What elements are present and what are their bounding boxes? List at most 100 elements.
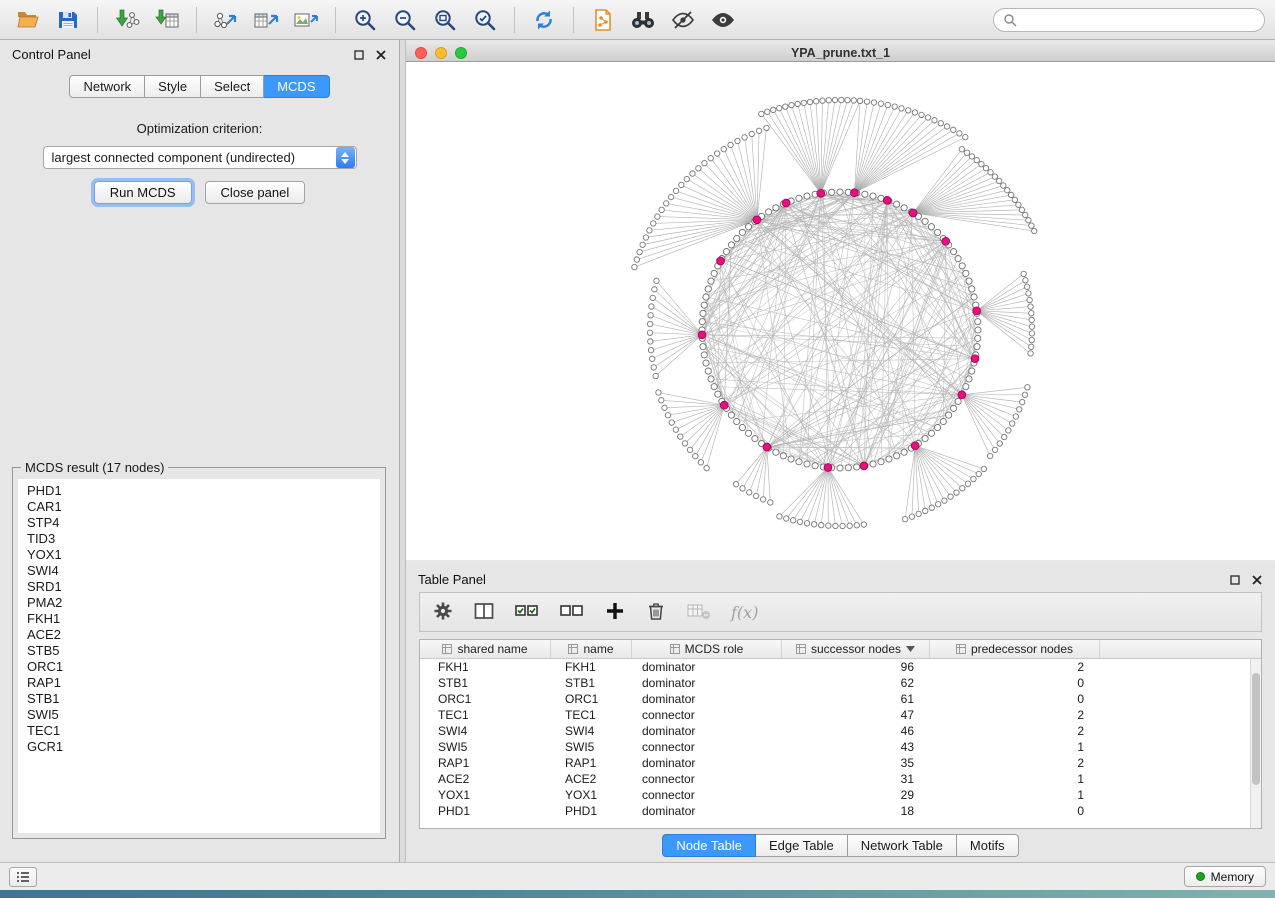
network-node[interactable] xyxy=(969,368,975,374)
dominator-node[interactable] xyxy=(883,196,891,204)
cell-successor-nodes[interactable]: 31 xyxy=(782,772,930,786)
network-node[interactable] xyxy=(651,365,656,370)
network-node[interactable] xyxy=(814,99,819,104)
mcds-result-item[interactable]: STB5 xyxy=(18,643,380,659)
cell-successor-nodes[interactable]: 47 xyxy=(782,708,930,722)
network-node[interactable] xyxy=(944,124,949,129)
network-node[interactable] xyxy=(690,171,695,176)
table-row[interactable]: YOX1YOX1connector291 xyxy=(420,787,1261,803)
table-row[interactable]: ACE2ACE2connector311 xyxy=(420,771,1261,787)
network-node[interactable] xyxy=(637,249,642,254)
task-history-button[interactable] xyxy=(9,867,37,887)
network-node[interactable] xyxy=(1022,392,1027,397)
network-node[interactable] xyxy=(975,335,981,341)
network-node[interactable] xyxy=(1029,311,1034,316)
cell-shared-name[interactable]: FKH1 xyxy=(420,660,551,674)
criterion-dropdown[interactable]: largest connected component (undirected) xyxy=(43,146,357,169)
dominator-node[interactable] xyxy=(942,237,950,245)
refresh-button[interactable] xyxy=(526,5,562,35)
network-node[interactable] xyxy=(756,128,761,133)
network-node[interactable] xyxy=(687,447,692,452)
network-node[interactable] xyxy=(742,135,747,140)
network-node[interactable] xyxy=(703,294,709,300)
network-node[interactable] xyxy=(643,235,648,240)
mcds-result-item[interactable]: PMA2 xyxy=(18,595,380,611)
network-node[interactable] xyxy=(682,441,687,446)
network-node[interactable] xyxy=(1016,407,1021,412)
network-node[interactable] xyxy=(1019,207,1024,212)
network-node[interactable] xyxy=(864,99,869,104)
network-node[interactable] xyxy=(954,490,959,495)
cell-name[interactable]: ACE2 xyxy=(551,772,632,786)
function-builder-button[interactable]: f(x) xyxy=(731,603,758,622)
network-node[interactable] xyxy=(870,193,876,199)
cell-predecessor-nodes[interactable]: 1 xyxy=(930,772,1100,786)
network-node[interactable] xyxy=(812,463,818,469)
network-node[interactable] xyxy=(909,514,914,519)
network-node[interactable] xyxy=(839,97,844,102)
cell-shared-name[interactable]: RAP1 xyxy=(420,756,551,770)
network-node[interactable] xyxy=(975,319,981,325)
network-node[interactable] xyxy=(919,112,924,117)
table-tab-edge-table[interactable]: Edge Table xyxy=(756,834,848,857)
export-as-web-button[interactable] xyxy=(585,5,621,35)
network-node[interactable] xyxy=(651,221,656,226)
cell-name[interactable]: SWI4 xyxy=(551,724,632,738)
save-button[interactable] xyxy=(50,5,86,35)
network-node[interactable] xyxy=(811,522,816,527)
dominator-node[interactable] xyxy=(817,189,825,197)
tab-mcds[interactable]: MCDS xyxy=(264,75,329,98)
column-header-name[interactable]: name xyxy=(551,640,632,658)
network-node[interactable] xyxy=(974,344,980,350)
network-node[interactable] xyxy=(749,131,754,136)
network-node[interactable] xyxy=(777,105,782,110)
network-node[interactable] xyxy=(966,376,972,382)
network-node[interactable] xyxy=(702,160,707,165)
mcds-result-item[interactable]: TID3 xyxy=(18,531,380,547)
network-node[interactable] xyxy=(734,418,740,424)
network-node[interactable] xyxy=(659,398,664,403)
network-node[interactable] xyxy=(837,189,843,195)
network-node[interactable] xyxy=(906,108,911,113)
network-node[interactable] xyxy=(819,522,824,527)
zoom-selected-button[interactable] xyxy=(467,5,503,35)
network-node[interactable] xyxy=(647,321,652,326)
network-node[interactable] xyxy=(728,142,733,147)
network-node[interactable] xyxy=(845,97,850,102)
network-node[interactable] xyxy=(983,165,988,170)
cell-shared-name[interactable]: ORC1 xyxy=(420,692,551,706)
mcds-result-item[interactable]: SWI5 xyxy=(18,707,380,723)
cell-successor-nodes[interactable]: 18 xyxy=(782,804,930,818)
network-node[interactable] xyxy=(871,100,876,105)
network-node[interactable] xyxy=(715,391,721,397)
cell-shared-name[interactable]: TEC1 xyxy=(420,708,551,722)
network-node[interactable] xyxy=(739,424,745,430)
network-node[interactable] xyxy=(632,264,637,269)
network-node[interactable] xyxy=(963,384,969,390)
network-node[interactable] xyxy=(992,174,997,179)
network-node[interactable] xyxy=(790,518,795,523)
dominator-node[interactable] xyxy=(753,216,761,224)
network-node[interactable] xyxy=(759,111,764,116)
network-node[interactable] xyxy=(647,228,652,233)
export-table-button[interactable] xyxy=(248,5,284,35)
network-node[interactable] xyxy=(988,170,993,175)
cell-name[interactable]: PHD1 xyxy=(551,804,632,818)
network-node[interactable] xyxy=(934,424,940,430)
network-node[interactable] xyxy=(1025,385,1030,390)
dominator-node[interactable] xyxy=(860,462,868,470)
network-node[interactable] xyxy=(739,229,745,235)
mcds-result-item[interactable]: TEC1 xyxy=(18,723,380,739)
network-node[interactable] xyxy=(648,313,653,318)
network-node[interactable] xyxy=(804,461,810,467)
network-node[interactable] xyxy=(753,493,758,498)
network-node[interactable] xyxy=(701,352,707,358)
network-node[interactable] xyxy=(662,405,667,410)
network-node[interactable] xyxy=(1013,414,1018,419)
network-node[interactable] xyxy=(837,465,843,471)
network-node[interactable] xyxy=(886,456,892,462)
network-node[interactable] xyxy=(976,471,981,476)
cell-name[interactable]: RAP1 xyxy=(551,756,632,770)
network-node[interactable] xyxy=(703,360,709,366)
network-node[interactable] xyxy=(948,494,953,499)
